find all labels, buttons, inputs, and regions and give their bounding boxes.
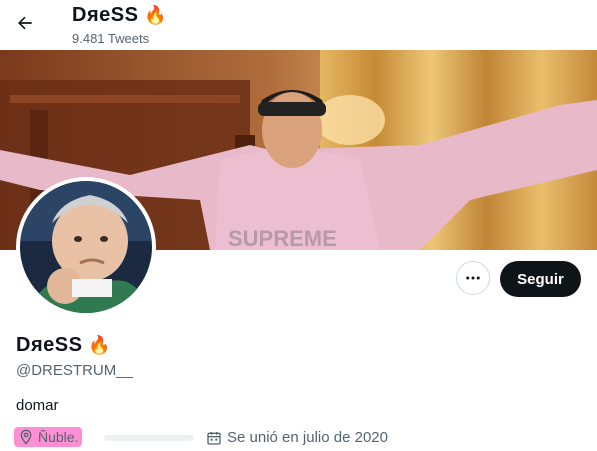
arrow-left-icon <box>18 16 32 30</box>
calendar-icon <box>207 431 221 445</box>
fire-emoji-icon: 🔥 <box>144 5 168 25</box>
map-pin-icon <box>20 429 32 445</box>
profile-bio: domar <box>16 397 59 414</box>
back-button[interactable] <box>8 6 42 40</box>
location-text: Ñuble. <box>38 429 79 445</box>
header-name-text: DяeSS <box>72 4 139 26</box>
redacted-area <box>104 435 194 441</box>
avatar-image <box>20 181 152 313</box>
svg-text:SUPREME: SUPREME <box>228 226 337 250</box>
avatar[interactable] <box>16 177 156 317</box>
more-options-button[interactable] <box>456 261 490 295</box>
profile-handle: @DRESTRUM__PL <box>16 362 134 379</box>
profile-name: DяeSS 🔥 <box>16 334 111 357</box>
join-date: Se unió en julio de 2020 <box>206 429 388 446</box>
tweet-count: 9.481 Tweets <box>72 31 150 46</box>
profile-location: Ñuble. <box>14 427 83 447</box>
join-date-text: Se unió en julio de 2020 <box>227 429 388 446</box>
profile-name-text: DяeSS <box>16 334 83 356</box>
header-profile-name: DяeSS 🔥 <box>72 4 167 27</box>
more-horizontal-icon <box>466 276 480 280</box>
top-bar: DяeSS 🔥 9.481 Tweets <box>0 0 597 50</box>
fire-emoji-icon: 🔥 <box>88 335 112 355</box>
follow-button[interactable]: Seguir <box>500 261 581 297</box>
